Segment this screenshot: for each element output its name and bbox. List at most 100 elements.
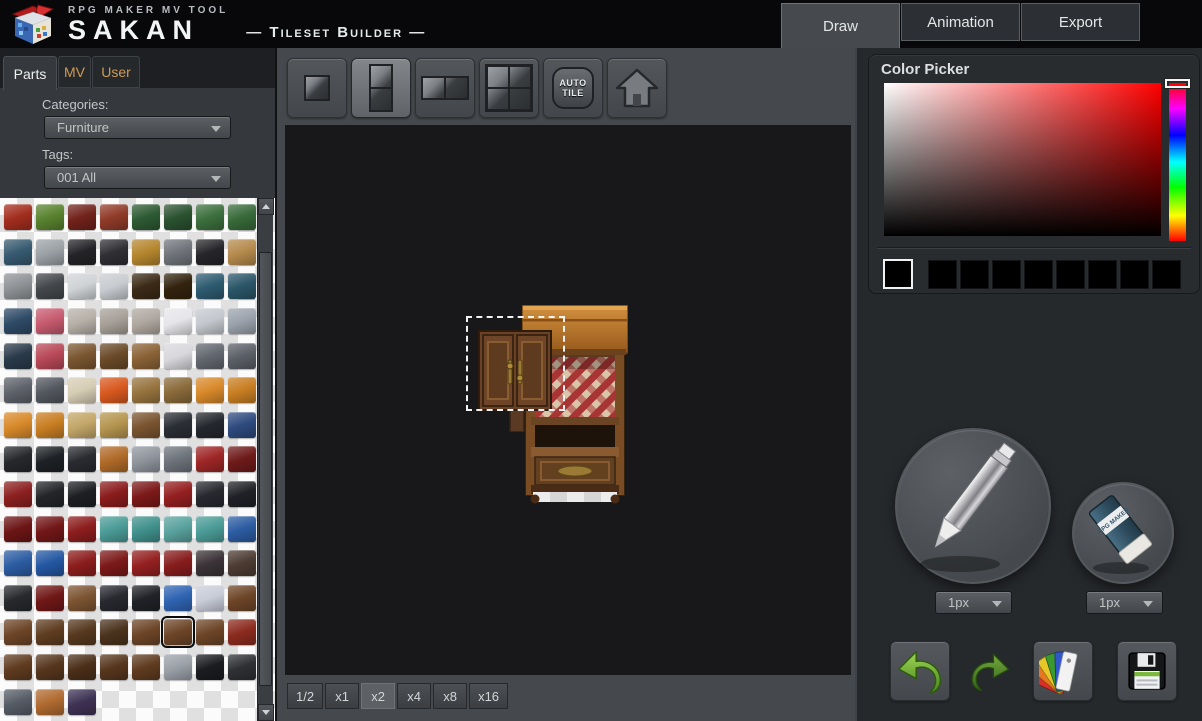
palette-item[interactable] [98, 511, 130, 546]
palette-item[interactable] [130, 338, 162, 373]
drawing-canvas[interactable] [285, 125, 851, 675]
palette-item[interactable] [226, 581, 258, 616]
color-swatch[interactable] [1120, 260, 1149, 289]
palette-item[interactable] [130, 408, 162, 443]
hue-slider[interactable] [1165, 79, 1190, 88]
palette-item[interactable] [34, 338, 66, 373]
palette-item[interactable] [98, 200, 130, 235]
tile-2x2-button[interactable] [479, 58, 539, 118]
current-color-swatch[interactable] [883, 259, 913, 289]
tab-draw[interactable]: Draw [781, 3, 900, 48]
palette-item[interactable] [66, 442, 98, 477]
palette-item[interactable] [2, 408, 34, 443]
palette-item[interactable] [34, 581, 66, 616]
palette-item[interactable] [194, 235, 226, 270]
palette-item[interactable] [130, 200, 162, 235]
palette-item[interactable] [194, 581, 226, 616]
palette-item[interactable] [130, 269, 162, 304]
palette-item[interactable] [162, 511, 194, 546]
palette-item[interactable] [162, 200, 194, 235]
palette-item[interactable] [226, 200, 258, 235]
saturation-value-field[interactable] [884, 83, 1161, 236]
color-swatch[interactable] [1056, 260, 1085, 289]
palette-item[interactable] [66, 408, 98, 443]
house-tile-button[interactable] [607, 58, 667, 118]
palette-item[interactable] [194, 304, 226, 339]
palette-item[interactable] [2, 338, 34, 373]
palette-item[interactable] [2, 373, 34, 408]
palette-item[interactable] [98, 650, 130, 685]
palette-item[interactable] [130, 581, 162, 616]
palette-item[interactable] [130, 235, 162, 270]
palette-item[interactable] [226, 235, 258, 270]
tile-2x1-button[interactable] [415, 58, 475, 118]
palette-item[interactable] [194, 442, 226, 477]
palette-item[interactable] [194, 338, 226, 373]
palette-item[interactable] [34, 511, 66, 546]
palette-item[interactable] [34, 477, 66, 512]
palette-item[interactable] [98, 581, 130, 616]
color-swatch[interactable] [928, 260, 957, 289]
palette-item[interactable] [66, 477, 98, 512]
palette-item[interactable] [98, 373, 130, 408]
palette-item[interactable] [2, 511, 34, 546]
palette-item[interactable] [226, 373, 258, 408]
palette-item[interactable] [34, 615, 66, 650]
palette-item[interactable] [226, 615, 258, 650]
palette-item[interactable] [2, 269, 34, 304]
palette-item[interactable] [98, 442, 130, 477]
palette-item[interactable] [66, 235, 98, 270]
palette-item[interactable] [162, 269, 194, 304]
palette-item[interactable] [98, 269, 130, 304]
palette-item[interactable] [194, 373, 226, 408]
palette-item[interactable] [2, 650, 34, 685]
palette-item[interactable] [66, 581, 98, 616]
palette-item[interactable] [98, 477, 130, 512]
color-swatch[interactable] [1024, 260, 1053, 289]
palette-item[interactable] [130, 477, 162, 512]
palette-item[interactable] [98, 338, 130, 373]
palette-item[interactable] [130, 511, 162, 546]
color-swatch[interactable] [960, 260, 989, 289]
palette-item[interactable] [162, 442, 194, 477]
color-swatch[interactable] [992, 260, 1021, 289]
palette-item[interactable] [226, 338, 258, 373]
tab-export[interactable]: Export [1021, 3, 1140, 41]
color-swatch[interactable] [1152, 260, 1181, 289]
palette-item[interactable] [34, 373, 66, 408]
autotile-button[interactable]: AUTOTILE [543, 58, 603, 118]
palette-item[interactable] [2, 684, 34, 719]
palette-item[interactable] [194, 200, 226, 235]
palette-item[interactable] [2, 304, 34, 339]
palette-item[interactable] [98, 235, 130, 270]
palette-item[interactable] [34, 269, 66, 304]
palette-scrollbar[interactable] [257, 198, 273, 721]
palette-item[interactable] [194, 477, 226, 512]
palette-item[interactable] [2, 581, 34, 616]
palette-item[interactable] [34, 442, 66, 477]
palette-item[interactable] [130, 546, 162, 581]
palette-item[interactable] [34, 684, 66, 719]
zoom-x2-button[interactable]: x2 [361, 683, 395, 709]
palette-item[interactable] [2, 442, 34, 477]
palette-item[interactable] [226, 408, 258, 443]
palette-item[interactable] [226, 477, 258, 512]
palette-item[interactable] [226, 442, 258, 477]
palette-item[interactable] [226, 304, 258, 339]
palette-item[interactable] [194, 546, 226, 581]
palette-item[interactable] [130, 373, 162, 408]
palette-item[interactable] [194, 408, 226, 443]
palette-item[interactable] [162, 408, 194, 443]
eraser-size-dropdown[interactable]: 1px [1086, 591, 1163, 614]
palette-item[interactable] [66, 269, 98, 304]
palette-item[interactable] [98, 615, 130, 650]
palette-item[interactable] [162, 373, 194, 408]
palette-item[interactable] [66, 650, 98, 685]
palette-item[interactable] [162, 650, 194, 685]
undo-button[interactable] [890, 641, 950, 701]
zoom-x8-button[interactable]: x8 [433, 683, 467, 709]
scrollbar-thumb[interactable] [259, 252, 272, 686]
scroll-up-button[interactable] [258, 198, 274, 215]
pencil-tool-button[interactable] [895, 428, 1051, 584]
palette-item[interactable] [130, 442, 162, 477]
